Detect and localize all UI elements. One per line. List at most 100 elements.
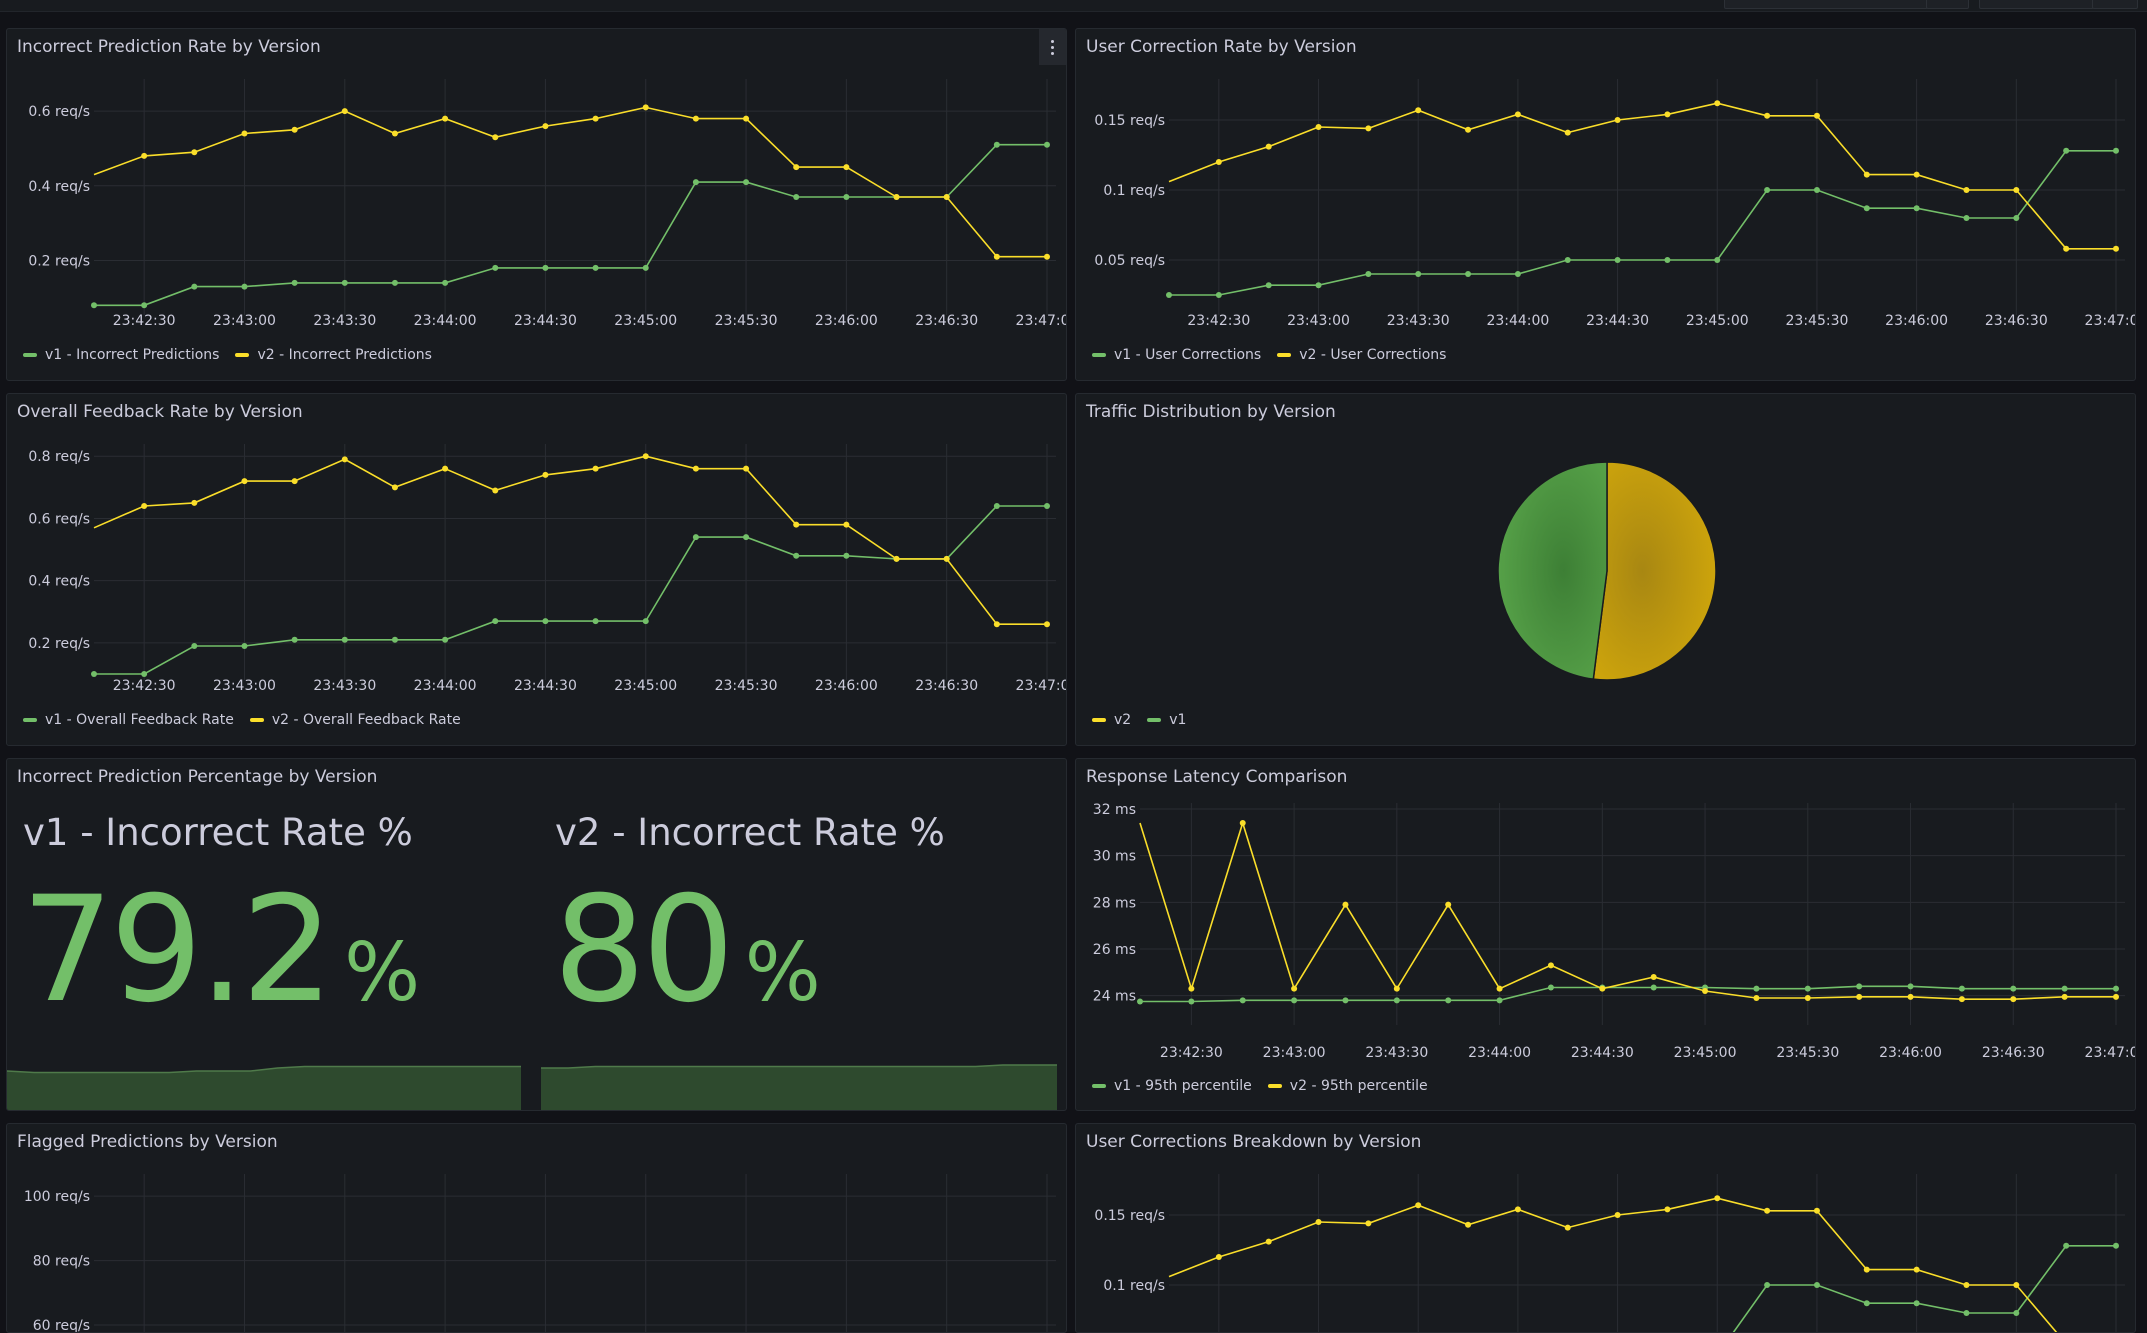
data-point	[642, 453, 649, 460]
data-point	[743, 534, 750, 541]
legend-item[interactable]: v2 - Incorrect Predictions	[235, 347, 432, 363]
legend-item[interactable]: v2 - 95th percentile	[1267, 1078, 1428, 1094]
pie-slice-v2[interactable]	[1592, 461, 1717, 681]
chart-legend: v1 - User Corrections v2 - User Correctio…	[1092, 347, 1446, 363]
legend-swatch	[23, 353, 37, 357]
data-point	[391, 130, 398, 137]
legend-item-v2[interactable]: v2	[1092, 712, 1131, 728]
data-point	[1365, 1220, 1372, 1227]
y-tick-label: 30 ms	[1093, 849, 1136, 865]
flagged-chart: 40 req/s60 req/s80 req/s100 req/s	[24, 1174, 1056, 1332]
x-tick-label: 23:47:00	[1016, 678, 1067, 694]
x-tick-label: 23:44:00	[414, 313, 477, 329]
data-point	[1614, 257, 1621, 263]
legend-item[interactable]: v2 - Overall Feedback Rate	[249, 712, 461, 728]
legend-swatch	[235, 353, 250, 357]
x-tick-label: 23:46:30	[1985, 313, 2048, 329]
refresh-interval-button[interactable]	[2092, 0, 2138, 9]
legend-item-v1[interactable]: v1	[1147, 712, 1186, 728]
data-point	[1599, 985, 1606, 992]
data-point	[1804, 985, 1811, 992]
x-tick-label: 23:43:30	[313, 678, 376, 694]
data-point	[91, 671, 97, 677]
data-point	[1913, 171, 1920, 178]
data-point	[442, 636, 449, 643]
data-point	[993, 503, 1000, 509]
zoom-out-button[interactable]	[1926, 0, 1969, 9]
data-point	[341, 279, 348, 286]
data-point	[1863, 171, 1870, 178]
stat-value: 79.2%	[21, 877, 420, 1023]
data-point	[241, 643, 248, 649]
series-line	[1139, 820, 2116, 1000]
data-point	[492, 264, 499, 271]
x-tick-label: 23:42:30	[1187, 313, 1250, 329]
data-point	[191, 643, 198, 649]
x-tick-label: 23:42:30	[113, 313, 176, 329]
x-tick-label: 23:43:30	[1365, 1045, 1428, 1061]
data-point	[1958, 985, 1965, 992]
y-tick-label: 28 ms	[1093, 895, 1136, 911]
data-point	[743, 179, 750, 186]
x-tick-label: 23:43:30	[1387, 313, 1450, 329]
data-point	[993, 253, 1000, 260]
y-tick-label: 0.6 req/s	[28, 104, 90, 120]
data-point	[291, 636, 298, 643]
data-point	[1813, 187, 1820, 193]
data-point	[692, 465, 699, 472]
legend-item[interactable]: v1 - User Corrections	[1092, 347, 1261, 363]
data-point	[1863, 1300, 1870, 1307]
refresh-button[interactable]	[1979, 0, 2094, 9]
legend-swatch	[249, 718, 264, 722]
legend-label: v1 - Incorrect Predictions	[45, 347, 220, 363]
legend-swatch	[23, 718, 37, 722]
data-point	[241, 283, 248, 290]
data-point	[843, 521, 850, 528]
data-point	[1137, 998, 1143, 1005]
legend-item[interactable]: v1 - 95th percentile	[1092, 1078, 1252, 1094]
x-tick-label: 23:45:00	[1674, 1045, 1737, 1061]
data-point	[1547, 962, 1554, 969]
user-correction-chart: 0.05 req/s 0.1 req/s 0.15 req/s 23:42:30 23:…	[1094, 79, 2135, 329]
legend-item[interactable]: v1 - Incorrect Predictions	[23, 347, 219, 363]
data-point	[1365, 125, 1372, 132]
data-point	[191, 499, 198, 506]
legend-item[interactable]: v1 - Overall Feedback Rate	[23, 712, 234, 728]
data-point	[1393, 997, 1400, 1004]
overall-feedback-chart: 0.2 req/s 0.4 req/s 0.6 req/s 0.8 req/s 23:4…	[28, 444, 1067, 694]
data-point	[1753, 995, 1760, 1001]
x-tick-label: 23:45:00	[614, 678, 677, 694]
panel-incorrect-prediction-rate: Incorrect Prediction Rate by Version 0.2…	[6, 28, 1067, 381]
data-point	[442, 279, 449, 286]
data-point	[2113, 147, 2119, 154]
data-point	[893, 194, 900, 200]
legend-item[interactable]: v2 - User Corrections	[1277, 347, 1446, 363]
pie-slice-v1[interactable]	[1497, 461, 1608, 680]
y-tick-label: 0.6 req/s	[28, 511, 90, 527]
x-tick-label: 23:47:00	[2085, 1045, 2136, 1061]
data-point	[141, 152, 148, 159]
x-tick-label: 23:43:00	[213, 678, 276, 694]
data-point	[1514, 111, 1521, 118]
data-point	[1907, 993, 1914, 1000]
y-tick-label: 32 ms	[1093, 802, 1136, 818]
incorrect-rate-chart: 0.2 req/s 0.4 req/s 0.6 req/s 23:42:30 23:43…	[28, 79, 1066, 329]
x-tick-label: 23:45:30	[1786, 313, 1849, 329]
y-tick-label: 24 ms	[1093, 989, 1136, 1005]
x-tick-label: 23:46:00	[1885, 313, 1948, 329]
time-range-picker-button[interactable]	[1724, 0, 1928, 9]
y-tick-label: 0.4 req/s	[28, 574, 90, 590]
data-point	[743, 115, 750, 122]
data-point	[743, 465, 750, 472]
data-point	[1365, 271, 1372, 277]
legend-label: v2 - User Corrections	[1299, 347, 1447, 363]
traffic-pie-chart	[1497, 461, 1717, 681]
data-point	[1804, 995, 1811, 1001]
series-line	[93, 455, 1047, 625]
data-point	[2010, 996, 2017, 1003]
data-point	[1188, 998, 1195, 1005]
data-point	[1415, 271, 1422, 277]
legend-label: v1 - Overall Feedback Rate	[45, 712, 234, 728]
data-point	[1239, 997, 1246, 1004]
data-point	[1614, 117, 1621, 123]
